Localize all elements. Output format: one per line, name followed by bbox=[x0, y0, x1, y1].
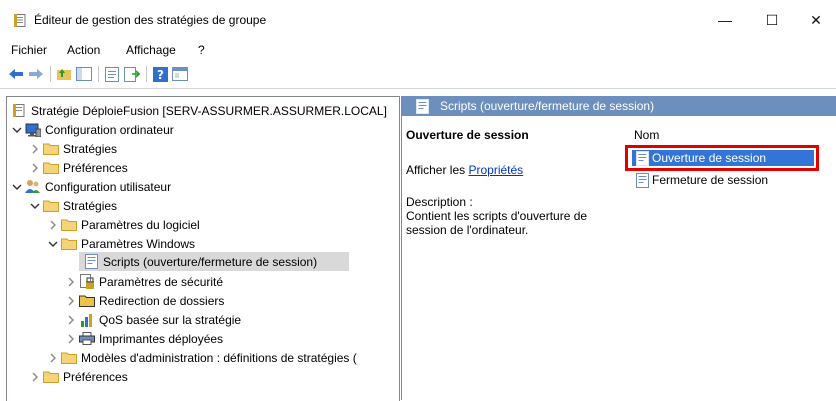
tree-item-folder-redirection[interactable]: Redirection de dossiers bbox=[65, 291, 224, 310]
menu-action[interactable]: Action bbox=[67, 43, 100, 57]
details-header-title: Scripts (ouverture/fermeture de session) bbox=[440, 99, 655, 113]
section-title: Ouverture de session bbox=[406, 128, 529, 142]
tree-item-windows-settings[interactable]: Paramètres Windows bbox=[47, 234, 195, 253]
chevron-right-icon[interactable] bbox=[29, 143, 41, 155]
chevron-right-icon[interactable] bbox=[29, 371, 41, 383]
folder-icon bbox=[79, 293, 95, 309]
tree-item-uc-preferences[interactable]: Préférences bbox=[29, 367, 128, 386]
script-icon bbox=[83, 254, 99, 270]
gpo-editor-icon bbox=[14, 14, 26, 27]
tree-item-label: Préférences bbox=[63, 160, 128, 175]
tree-item-label: Scripts (ouverture/fermeture de session) bbox=[103, 254, 318, 269]
tree-item-label: Paramètres Windows bbox=[81, 236, 196, 251]
properties-icon[interactable] bbox=[104, 66, 120, 82]
tree-item-cc-preferences[interactable]: Préférences bbox=[29, 158, 128, 177]
printer-icon bbox=[79, 331, 95, 347]
folder-icon bbox=[43, 198, 59, 214]
computer-icon bbox=[25, 122, 41, 138]
forward-arrow-icon[interactable] bbox=[28, 66, 44, 82]
tree-item-uc-strategies[interactable]: Stratégies bbox=[29, 196, 117, 215]
chevron-down-icon[interactable] bbox=[11, 181, 23, 193]
show-prefix: Afficher les bbox=[406, 163, 469, 177]
tree-item-software-settings[interactable]: Paramètres du logiciel bbox=[47, 215, 200, 234]
security-icon bbox=[79, 274, 95, 290]
chevron-right-icon[interactable] bbox=[65, 314, 77, 326]
tree-item-admin-templates[interactable]: Modèles d'administration : définitions d… bbox=[47, 348, 357, 367]
list-item-logoff-script[interactable]: Fermeture de session bbox=[634, 172, 768, 188]
help-icon[interactable]: ? bbox=[152, 66, 168, 82]
bar-chart-icon bbox=[79, 312, 95, 328]
back-arrow-icon[interactable] bbox=[8, 66, 24, 82]
details-header: Scripts (ouverture/fermeture de session) bbox=[402, 96, 836, 116]
tree-item-label: Paramètres du logiciel bbox=[81, 217, 200, 232]
folder-icon bbox=[43, 141, 59, 157]
tree-item-label: Préférences bbox=[63, 369, 128, 384]
tree-pane: Stratégie DéploieFusion [SERV-ASSURMER.A… bbox=[6, 96, 400, 401]
tree-item-label: Modèles d'administration : définitions d… bbox=[81, 350, 357, 365]
svg-text:?: ? bbox=[157, 68, 164, 82]
tree-root-label: Stratégie DéploieFusion [SERV-ASSURMER.A… bbox=[31, 103, 387, 118]
properties-link[interactable]: Propriétés bbox=[468, 163, 523, 177]
tree-item-label: Paramètres de sécurité bbox=[99, 274, 224, 289]
policy-icon bbox=[11, 103, 27, 119]
menu-bar: Fichier Action Affichage ? bbox=[0, 40, 836, 62]
chevron-down-icon[interactable] bbox=[47, 238, 59, 250]
close-button[interactable]: ✕ bbox=[801, 8, 831, 32]
chevron-right-icon[interactable] bbox=[47, 352, 59, 364]
tree-root[interactable]: Stratégie DéploieFusion [SERV-ASSURMER.A… bbox=[11, 101, 387, 120]
tree-item-scripts[interactable]: Scripts (ouverture/fermeture de session) bbox=[79, 252, 349, 271]
details-pane: Scripts (ouverture/fermeture de session)… bbox=[401, 96, 836, 400]
tree-item-label: QoS basée sur la stratégie bbox=[99, 312, 242, 327]
chevron-right-icon[interactable] bbox=[65, 333, 77, 345]
tree-item-label: Configuration utilisateur bbox=[45, 179, 172, 194]
tree-item-qos[interactable]: QoS basée sur la stratégie bbox=[65, 310, 241, 329]
tree-item-label: Configuration ordinateur bbox=[45, 122, 174, 137]
folder-icon bbox=[61, 236, 77, 252]
tree-item-label: Imprimantes déployées bbox=[99, 331, 224, 346]
column-header-name[interactable]: Nom bbox=[634, 128, 659, 142]
export-list-icon[interactable] bbox=[124, 66, 140, 82]
tree-item-cc-strategies[interactable]: Stratégies bbox=[29, 139, 117, 158]
chevron-right-icon[interactable] bbox=[29, 162, 41, 174]
show-properties-line: Afficher les Propriétés bbox=[406, 163, 523, 177]
window-title: Éditeur de gestion des stratégies de gro… bbox=[34, 13, 267, 27]
show-hide-tree-icon[interactable] bbox=[76, 66, 92, 82]
folder-icon bbox=[43, 369, 59, 385]
tree-item-label: Stratégies bbox=[63, 141, 118, 156]
tree-item-security-settings[interactable]: Paramètres de sécurité bbox=[65, 272, 223, 291]
menu-help[interactable]: ? bbox=[198, 43, 205, 57]
script-icon bbox=[634, 172, 650, 188]
maximize-button[interactable]: ☐ bbox=[757, 8, 787, 32]
up-folder-icon[interactable] bbox=[56, 66, 72, 82]
tree-item-user-config[interactable]: Configuration utilisateur bbox=[11, 177, 171, 196]
highlight-box bbox=[625, 145, 819, 171]
script-icon bbox=[414, 98, 430, 114]
toolbar: ? bbox=[0, 62, 836, 86]
chevron-right-icon[interactable] bbox=[65, 295, 77, 307]
folder-icon bbox=[61, 350, 77, 366]
tree-item-label: Redirection de dossiers bbox=[99, 293, 225, 308]
folder-icon bbox=[61, 217, 77, 233]
chevron-right-icon[interactable] bbox=[65, 276, 77, 288]
chevron-down-icon[interactable] bbox=[11, 124, 23, 136]
console-view-icon[interactable] bbox=[172, 66, 188, 82]
description-label: Description : bbox=[406, 195, 473, 209]
description-text: Contient les scripts d'ouverture de sess… bbox=[406, 209, 588, 237]
tree-item-printers[interactable]: Imprimantes déployées bbox=[65, 329, 223, 348]
title-bar: Éditeur de gestion des stratégies de gro… bbox=[0, 0, 836, 40]
chevron-down-icon[interactable] bbox=[29, 200, 41, 212]
chevron-right-icon[interactable] bbox=[47, 219, 59, 231]
users-icon bbox=[25, 179, 41, 195]
tree-item-computer-config[interactable]: Configuration ordinateur bbox=[11, 120, 174, 139]
folder-icon bbox=[43, 160, 59, 176]
list-item-label: Fermeture de session bbox=[652, 173, 769, 187]
minimize-button[interactable]: — bbox=[710, 8, 740, 32]
menu-affichage[interactable]: Affichage bbox=[126, 43, 176, 57]
tree-item-label: Stratégies bbox=[63, 198, 118, 213]
menu-fichier[interactable]: Fichier bbox=[11, 43, 47, 57]
